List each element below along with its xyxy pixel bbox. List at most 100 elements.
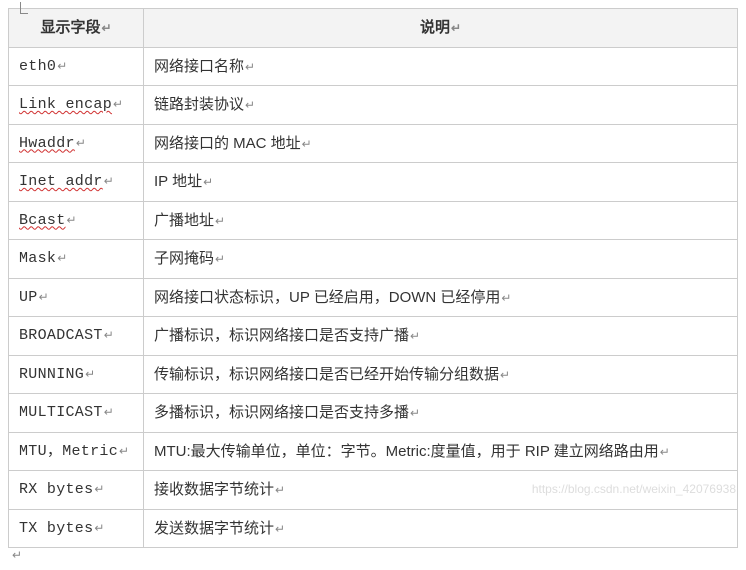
field-text: UP [19,289,38,306]
desc-text: 接收数据字节统计 [154,481,274,498]
desc-text: 网络接口名称 [154,58,244,75]
return-mark: ↵ [410,406,420,420]
desc-cell: 多播标识，标识网络接口是否支持多播↵ [144,394,738,433]
field-text: TX bytes [19,520,93,537]
field-cell: eth0↵ [9,47,144,86]
desc-text: 网络接口的 MAC 地址 [154,135,301,152]
return-mark: ↵ [57,252,67,266]
field-cell: Bcast↵ [9,201,144,240]
table-row: Hwaddr↵网络接口的 MAC 地址↵ [9,124,738,163]
field-text: Inet addr [19,173,103,190]
return-mark: ↵ [94,522,104,536]
table-row: Inet addr↵IP 地址↵ [9,163,738,202]
desc-cell: 子网掩码↵ [144,240,738,279]
header-desc-text: 说明 [420,19,450,36]
desc-text: MTU:最大传输单位，单位：字节。Metric:度量值，用于 RIP 建立网络路… [154,443,659,460]
desc-text: 传输标识，标识网络接口是否已经开始传输分组数据 [154,366,499,383]
desc-text: 多播标识，标识网络接口是否支持多播 [154,404,409,421]
return-mark: ↵ [215,252,225,266]
return-mark: ↵ [215,214,225,228]
return-mark: ↵ [245,98,255,112]
table-body: eth0↵网络接口名称↵Link encap↵链路封装协议↵Hwaddr↵网络接… [9,47,738,548]
field-cell: RUNNING↵ [9,355,144,394]
table-row: TX bytes↵发送数据字节统计↵ [9,509,738,548]
table-row: eth0↵网络接口名称↵ [9,47,738,86]
desc-cell: 发送数据字节统计↵ [144,509,738,548]
corner-mark [20,2,28,14]
return-mark: ↵ [275,483,285,497]
return-mark: ↵ [119,445,129,459]
field-text: Hwaddr [19,135,75,152]
header-field-text: 显示字段 [40,19,100,36]
field-text: eth0 [19,58,56,75]
return-mark: ↵ [39,291,49,305]
header-field: 显示字段↵ [9,9,144,48]
return-mark: ↵ [57,60,67,74]
return-mark: ↵ [85,368,95,382]
table-row: MULTICAST↵多播标识，标识网络接口是否支持多播↵ [9,394,738,433]
return-mark: ↵ [76,137,86,151]
table-header-row: 显示字段↵ 说明↵ [9,9,738,48]
return-mark: ↵ [94,483,104,497]
desc-text: 网络接口状态标识，UP 已经启用，DOWN 已经停用 [154,289,500,306]
return-mark: ↵ [104,406,114,420]
fields-table: 显示字段↵ 说明↵ eth0↵网络接口名称↵Link encap↵链路封装协议↵… [8,8,738,548]
return-mark: ↵ [451,21,461,35]
desc-cell: 网络接口名称↵ [144,47,738,86]
desc-cell: MTU:最大传输单位，单位：字节。Metric:度量值，用于 RIP 建立网络路… [144,432,738,471]
table-row: RUNNING↵传输标识，标识网络接口是否已经开始传输分组数据↵ [9,355,738,394]
return-mark: ↵ [500,368,510,382]
field-cell: RX bytes↵ [9,471,144,510]
header-desc: 说明↵ [144,9,738,48]
return-mark: ↵ [302,137,312,151]
after-return-mark: ↵ [8,548,738,562]
field-cell: Link encap↵ [9,86,144,125]
return-mark: ↵ [203,175,213,189]
return-mark: ↵ [275,522,285,536]
return-mark: ↵ [101,21,111,35]
return-mark: ↵ [410,329,420,343]
watermark: https://blog.csdn.net/weixin_42076938 [532,482,736,496]
field-cell: MTU，Metric↵ [9,432,144,471]
table-row: UP↵网络接口状态标识，UP 已经启用，DOWN 已经停用↵ [9,278,738,317]
desc-cell: IP 地址↵ [144,163,738,202]
field-cell: UP↵ [9,278,144,317]
return-mark: ↵ [245,60,255,74]
desc-text: 广播地址 [154,212,214,229]
field-text: MTU，Metric [19,443,118,460]
field-cell: MULTICAST↵ [9,394,144,433]
desc-text: 链路封装协议 [154,96,244,113]
field-text: BROADCAST [19,327,103,344]
desc-cell: 广播地址↵ [144,201,738,240]
return-mark: ↵ [660,445,670,459]
field-cell: BROADCAST↵ [9,317,144,356]
desc-cell: 网络接口的 MAC 地址↵ [144,124,738,163]
return-mark: ↵ [67,214,77,228]
return-mark: ↵ [104,329,114,343]
desc-text: 子网掩码 [154,250,214,267]
field-cell: TX bytes↵ [9,509,144,548]
table-row: Bcast↵广播地址↵ [9,201,738,240]
table-row: Mask↵子网掩码↵ [9,240,738,279]
field-text: RUNNING [19,366,84,383]
return-mark: ↵ [104,175,114,189]
desc-cell: 广播标识，标识网络接口是否支持广播↵ [144,317,738,356]
table-row: BROADCAST↵广播标识，标识网络接口是否支持广播↵ [9,317,738,356]
field-text: Mask [19,250,56,267]
field-cell: Hwaddr↵ [9,124,144,163]
field-text: MULTICAST [19,404,103,421]
table-row: MTU，Metric↵MTU:最大传输单位，单位：字节。Metric:度量值，用… [9,432,738,471]
desc-text: 发送数据字节统计 [154,520,274,537]
table-row: Link encap↵链路封装协议↵ [9,86,738,125]
desc-text: 广播标识，标识网络接口是否支持广播 [154,327,409,344]
field-cell: Inet addr↵ [9,163,144,202]
field-text: Link encap [19,96,112,113]
desc-cell: 链路封装协议↵ [144,86,738,125]
field-text: Bcast [19,212,66,229]
desc-cell: 传输标识，标识网络接口是否已经开始传输分组数据↵ [144,355,738,394]
return-mark: ↵ [501,291,511,305]
return-mark: ↵ [113,98,123,112]
field-cell: Mask↵ [9,240,144,279]
field-text: RX bytes [19,481,93,498]
desc-text: IP 地址 [154,173,202,190]
